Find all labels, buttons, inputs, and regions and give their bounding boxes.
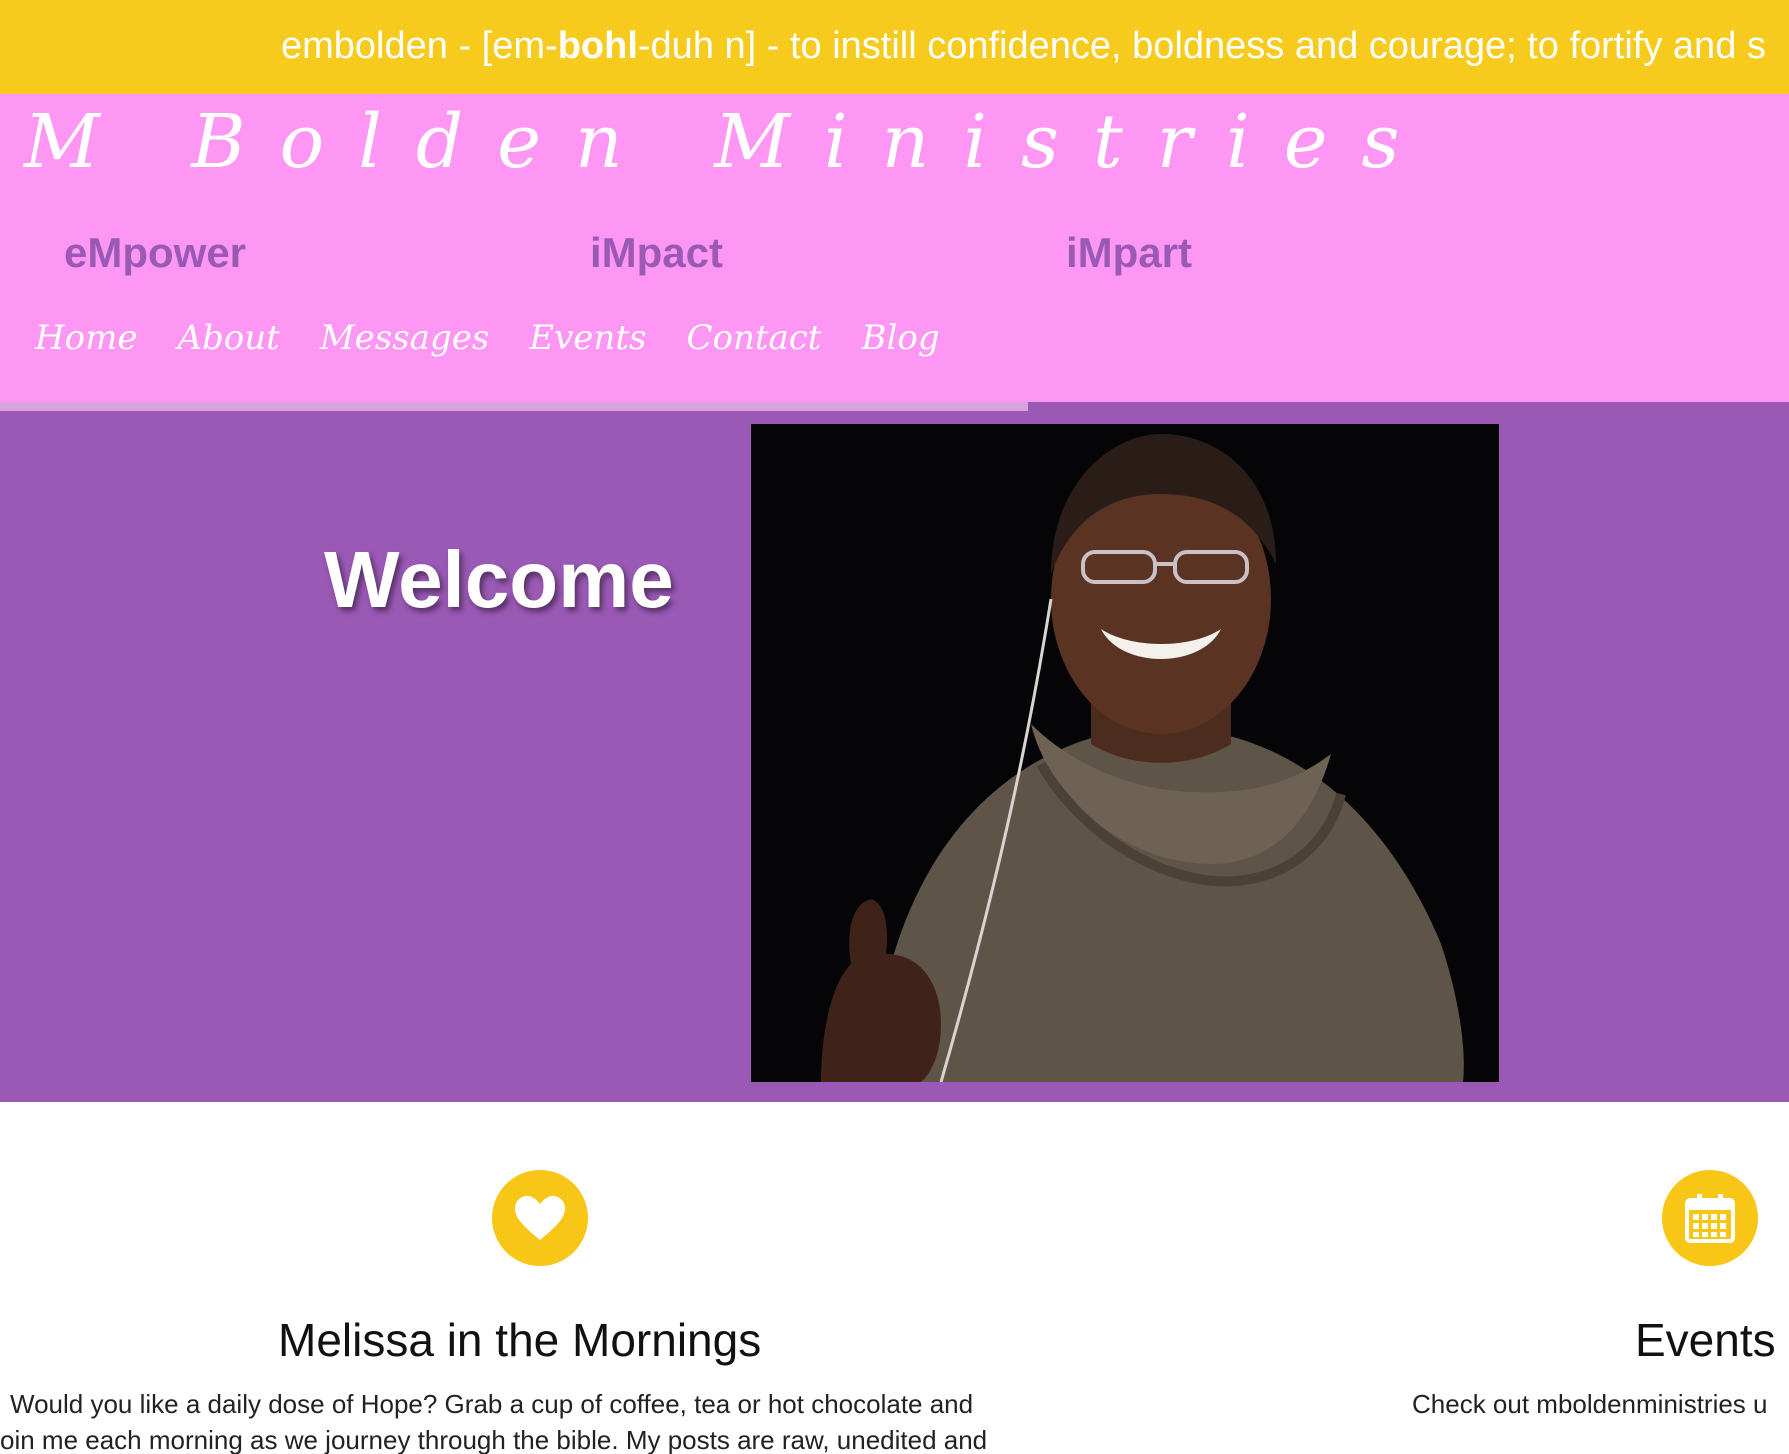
- welcome-heading: Welcome: [324, 535, 674, 624]
- tagline-impact: iMpact: [590, 229, 724, 276]
- site-title[interactable]: M Bolden Ministries: [24, 94, 1434, 190]
- definition-word: embolden: [281, 25, 448, 67]
- tagline-empower: eMpower: [64, 229, 247, 276]
- site-header: M Bolden Ministries eMpower iMpact iMpar…: [0, 94, 1789, 402]
- nav-blog[interactable]: Blog: [861, 316, 939, 360]
- definition-text: embolden - [em-bohl-duh n] - to instill …: [281, 22, 1766, 70]
- page: embolden - [em-bohl-duh n] - to instill …: [0, 0, 1789, 1454]
- definition-pronunciation-start: - [em-: [447, 25, 558, 67]
- feature-body-mornings-line2: oin me each morning as we journey throug…: [0, 1425, 988, 1454]
- heart-icon: [492, 1170, 588, 1266]
- nav-home[interactable]: Home: [35, 316, 137, 360]
- hero-photo: [751, 424, 1499, 1082]
- definition-banner: embolden - [em-bohl-duh n] - to instill …: [0, 0, 1789, 94]
- main-nav: Home About Messages Events Contact Blog: [35, 316, 940, 360]
- heart-glyph: [515, 1196, 565, 1240]
- feature-body-mornings-line1: Would you like a daily dose of Hope? Gra…: [10, 1389, 974, 1419]
- definition-rest: -duh n] - to instill confidence, boldnes…: [637, 25, 1766, 67]
- feature-title-mornings: Melissa in the Mornings: [278, 1314, 762, 1366]
- nav-events[interactable]: Events: [529, 316, 646, 360]
- tagline-impart: iMpart: [1066, 229, 1192, 276]
- portrait-image: [751, 424, 1499, 1082]
- feature-title-events: Events: [1635, 1314, 1776, 1366]
- nav-messages[interactable]: Messages: [320, 316, 489, 360]
- calendar-icon: [1662, 1170, 1758, 1266]
- calendar-glyph: [1685, 1194, 1735, 1243]
- nav-divider: [0, 402, 1028, 411]
- hero-section: Welcome: [0, 402, 1789, 1102]
- nav-contact[interactable]: Contact: [686, 316, 821, 360]
- nav-about[interactable]: About: [177, 316, 279, 360]
- feature-body-events-line1: Check out mboldenministries u: [1412, 1389, 1768, 1419]
- definition-stressed-syllable: bohl: [557, 25, 638, 67]
